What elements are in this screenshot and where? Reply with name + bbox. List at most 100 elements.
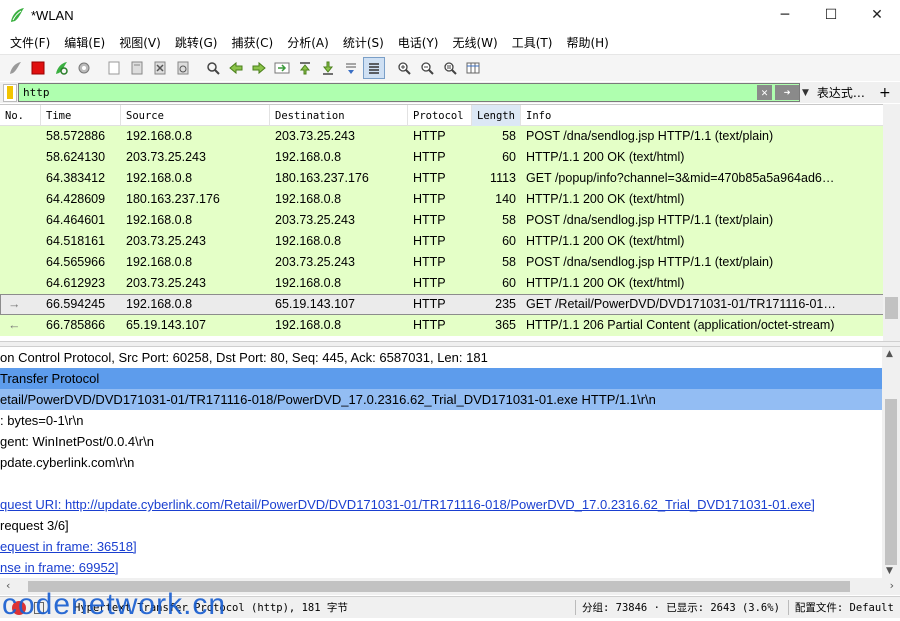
packet-destination: 192.168.0.8 <box>275 318 342 332</box>
status-profile[interactable]: 配置文件: Default <box>787 600 894 615</box>
prev-request-link[interactable]: equest in frame: 36518] <box>0 536 882 557</box>
packet-no-marker: ← <box>8 318 21 332</box>
tcp-tree-item[interactable]: on Control Protocol, Src Port: 60258, Ds… <box>0 347 882 368</box>
packet-length: 60 <box>502 150 516 164</box>
apply-filter-icon[interactable]: ➜ <box>775 85 799 100</box>
menu-help[interactable]: 帮助(H) <box>559 34 615 51</box>
reload-file-icon[interactable] <box>172 57 194 79</box>
packet-row[interactable]: → 66.594245 192.168.0.8 65.19.143.107 HTTP 23… <box>0 294 900 315</box>
packet-time: 66.785866 <box>46 318 106 332</box>
packet-info: POST /dna/sendlog.jsp HTTP/1.1 (text/pla… <box>526 213 774 227</box>
packet-row[interactable]: 64.383412 192.168.0.8 180.163.237.176 HTTP 1… <box>0 168 900 189</box>
restart-capture-icon[interactable] <box>50 57 72 79</box>
packet-time: 58.572886 <box>46 129 106 143</box>
go-last-icon[interactable] <box>317 57 339 79</box>
col-no[interactable]: No. <box>0 105 41 126</box>
packet-row[interactable]: 64.464601 192.168.0.8 203.73.25.243 HTTP 58 P… <box>0 210 900 231</box>
go-back-icon[interactable] <box>225 57 247 79</box>
col-time[interactable]: Time <box>41 105 121 126</box>
packet-length: 60 <box>502 234 516 248</box>
packet-time: 58.624130 <box>46 150 106 164</box>
scroll-down-arrow-icon[interactable]: ▼ <box>886 566 893 576</box>
packet-row[interactable]: 64.612923 203.73.25.243 192.168.0.8 HTTP 60 H… <box>0 273 900 294</box>
packet-destination: 192.168.0.8 <box>275 150 342 164</box>
packet-source: 203.73.25.243 <box>126 150 206 164</box>
http-tree-item[interactable]: Transfer Protocol <box>0 368 882 389</box>
col-destination[interactable]: Destination <box>270 105 408 126</box>
col-protocol[interactable]: Protocol <box>408 105 472 126</box>
packet-row[interactable]: 58.624130 203.73.25.243 192.168.0.8 HTTP 60 H… <box>0 147 900 168</box>
filter-history-chevron-icon[interactable]: ▼ <box>802 88 809 98</box>
packet-row[interactable]: 58.572886 192.168.0.8 203.73.25.243 HTTP 58 P… <box>0 126 900 147</box>
range-header-item[interactable]: : bytes=0-1\r\n <box>0 410 882 431</box>
close-button[interactable]: ✕ <box>854 0 900 30</box>
packet-protocol: HTTP <box>413 192 446 206</box>
packet-no-marker <box>0 210 41 231</box>
add-filter-button[interactable]: + <box>879 85 891 101</box>
full-request-uri-link[interactable]: quest URI: http://update.cyberlink.com/R… <box>0 494 882 515</box>
zoom-in-icon[interactable] <box>393 57 415 79</box>
display-filter-input[interactable]: http ✕ ➜ <box>18 83 800 102</box>
menu-analyze[interactable]: 分析(A) <box>280 34 336 51</box>
scroll-right-arrow-icon[interactable]: › <box>890 579 894 592</box>
menu-statistics[interactable]: 统计(S) <box>336 34 391 51</box>
response-frame-link[interactable]: nse in frame: 69952] <box>0 557 882 578</box>
zoom-out-icon[interactable] <box>416 57 438 79</box>
menu-file[interactable]: 文件(F) <box>3 34 57 51</box>
user-agent-item[interactable]: gent: WinInetPost/0.0.4\r\n <box>0 431 882 452</box>
menu-go[interactable]: 跳转(G) <box>168 34 225 51</box>
menu-capture[interactable]: 捕获(C) <box>224 34 280 51</box>
go-forward-icon[interactable] <box>248 57 270 79</box>
menu-tools[interactable]: 工具(T) <box>505 34 560 51</box>
close-file-icon[interactable] <box>149 57 171 79</box>
col-source[interactable]: Source <box>121 105 270 126</box>
packet-row[interactable]: ← 66.785866 65.19.143.107 192.168.0.8 HTTP 36… <box>0 315 900 336</box>
packet-info: GET /Retail/PowerDVD/DVD171031-01/TR1711… <box>526 297 836 311</box>
col-length[interactable]: Length <box>472 105 521 126</box>
start-capture-icon[interactable] <box>4 57 26 79</box>
packet-source: 192.168.0.8 <box>126 129 193 143</box>
details-scrollbar[interactable]: ▲ ▼ <box>882 347 900 578</box>
packet-time: 66.594245 <box>46 297 106 311</box>
packet-info: HTTP/1.1 200 OK (text/html) <box>526 234 685 248</box>
go-to-packet-icon[interactable] <box>271 57 293 79</box>
packet-time: 64.428609 <box>46 192 106 206</box>
normal-size-icon[interactable] <box>439 57 461 79</box>
open-file-icon[interactable] <box>103 57 125 79</box>
menu-edit[interactable]: 编辑(E) <box>57 34 112 51</box>
main-toolbar <box>0 54 900 81</box>
menu-wireless[interactable]: 无线(W) <box>446 34 505 51</box>
packet-protocol: HTTP <box>413 234 446 248</box>
details-scroll-thumb[interactable] <box>885 399 897 565</box>
col-info[interactable]: Info <box>521 105 879 126</box>
go-first-icon[interactable] <box>294 57 316 79</box>
auto-scroll-icon[interactable] <box>340 57 362 79</box>
watermark: codenetwork.cn <box>2 590 226 620</box>
colorize-list-icon[interactable] <box>363 57 385 79</box>
packet-destination: 192.168.0.8 <box>275 276 342 290</box>
stop-capture-icon[interactable] <box>27 57 49 79</box>
packet-details-tree: on Control Protocol, Src Port: 60258, Ds… <box>0 347 882 578</box>
http-request-line-item[interactable]: etail/PowerDVD/DVD171031-01/TR171116-018… <box>0 389 882 410</box>
scroll-up-arrow-icon[interactable]: ▲ <box>886 349 893 359</box>
minimize-button[interactable]: ─ <box>762 0 808 30</box>
packet-row[interactable]: 64.565966 192.168.0.8 203.73.25.243 HTTP 58 P… <box>0 252 900 273</box>
bookmark-icon[interactable] <box>3 83 17 102</box>
maximize-button[interactable]: ☐ <box>808 0 854 30</box>
packet-list-scrollbar[interactable] <box>883 104 900 341</box>
save-file-icon[interactable] <box>126 57 148 79</box>
http-request-count-item[interactable]: request 3/6] <box>0 515 882 536</box>
menu-view[interactable]: 视图(V) <box>112 34 168 51</box>
packet-length: 60 <box>502 276 516 290</box>
packet-no-marker <box>0 126 41 147</box>
menu-telephony[interactable]: 电话(Y) <box>391 34 446 51</box>
clear-filter-icon[interactable]: ✕ <box>757 85 772 100</box>
capture-options-icon[interactable] <box>73 57 95 79</box>
packet-row[interactable]: 64.518161 203.73.25.243 192.168.0.8 HTTP 60 H… <box>0 231 900 252</box>
packet-row[interactable]: 64.428609 180.163.237.176 192.168.0.8 HTTP 1… <box>0 189 900 210</box>
expression-button[interactable]: 表达式… <box>817 84 865 101</box>
resize-columns-icon[interactable] <box>462 57 484 79</box>
packet-list-scroll-thumb[interactable] <box>885 297 898 319</box>
find-packet-icon[interactable] <box>202 57 224 79</box>
host-item[interactable]: pdate.cyberlink.com\r\n <box>0 452 882 473</box>
